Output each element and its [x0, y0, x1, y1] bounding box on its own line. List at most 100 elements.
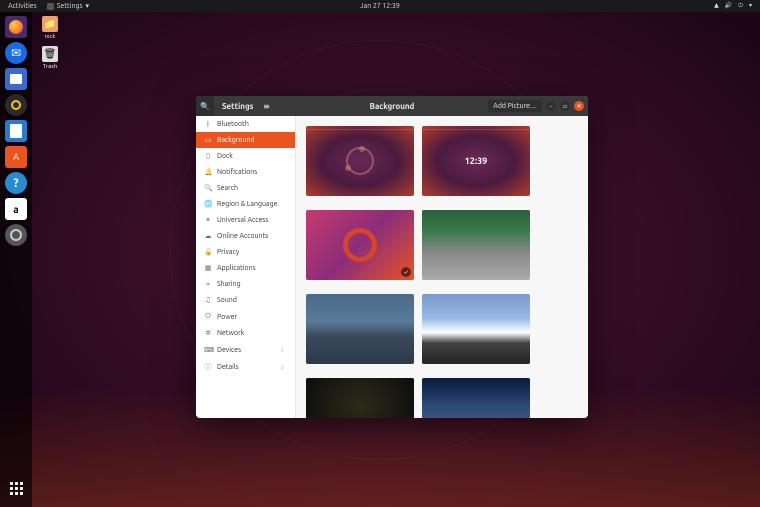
dock-icon-software[interactable]: A [5, 146, 27, 168]
sidebar-item-applications[interactable]: ▦ Applications [196, 260, 295, 276]
sidebar-item-icon: ⏻ [204, 312, 212, 321]
sidebar-item-icon: 🔒 [204, 248, 212, 256]
sidebar-item-label: Applications [217, 264, 256, 272]
sidebar-item-details[interactable]: ⓘ Details 〉 [196, 358, 295, 376]
wallpaper-thumb[interactable] [422, 294, 530, 364]
sidebar-item-background[interactable]: ▭ Background [196, 132, 295, 148]
sidebar-item-label: Search [217, 184, 238, 192]
sidebar-item-icon: 🌐 [204, 200, 212, 208]
dock-icon-firefox[interactable] [5, 16, 27, 38]
sidebar-item-icon: ▯ [204, 152, 212, 160]
sidebar-item-privacy[interactable]: 🔒 Privacy [196, 244, 295, 260]
chevron-right-icon: 〉 [281, 363, 287, 372]
sidebar-item-search[interactable]: 🔍 Search [196, 180, 295, 196]
lock-time: 12:39 [465, 156, 488, 166]
sidebar-item-icon: ▭ [204, 136, 212, 144]
check-icon: ✓ [401, 267, 411, 277]
sidebar-item-icon: ⓘ [204, 362, 212, 372]
background-content: 12:39 ✓ [296, 116, 588, 418]
network-icon: ▲ [714, 2, 719, 10]
gear-icon [47, 3, 54, 10]
sidebar-item-network[interactable]: ✲ Network [196, 325, 295, 341]
wallpaper-thumb[interactable]: ✓ [306, 210, 414, 280]
wallpaper-thumb[interactable] [306, 378, 414, 418]
sidebar-item-icon: ∝ [204, 280, 212, 288]
chevron-right-icon: 〉 [281, 345, 287, 354]
close-button[interactable]: ✕ [574, 101, 584, 111]
header-section-title: Background [370, 102, 415, 111]
sidebar-item-label: Universal Access [217, 216, 268, 224]
sidebar-item-label: Devices [217, 346, 241, 354]
desktop-icon-label: Trash [43, 63, 58, 70]
sidebar-item-icon: 🔍 [204, 184, 212, 192]
current-lockscreen-thumb[interactable]: 12:39 [422, 126, 530, 196]
sidebar-item-region-language[interactable]: 🌐 Region & Language [196, 196, 295, 212]
clock[interactable]: Jan 27 12:39 [360, 2, 400, 10]
sidebar-item-icon: 🔔 [204, 168, 212, 176]
maximize-button[interactable]: ▫ [560, 101, 570, 111]
dock-icon-help[interactable]: ? [5, 172, 27, 194]
sidebar-item-label: Bluetooth [217, 120, 249, 128]
dock-icon-show-apps[interactable] [5, 477, 27, 499]
sidebar-item-dock[interactable]: ▯Dock [196, 148, 295, 164]
settings-window: 🔍 Settings ≡ Background Add Picture… – ▫… [196, 96, 588, 418]
dock-icon-files[interactable] [5, 68, 27, 90]
desktop-icons: 📁 nick 🗑 Trash [38, 16, 62, 70]
sidebar-item-power[interactable]: ⏻ Power [196, 308, 295, 325]
hamburger-button[interactable]: ≡ [257, 96, 275, 116]
search-icon: 🔍 [200, 102, 210, 111]
sidebar-item-devices[interactable]: ⌨ Devices 〉 [196, 341, 295, 358]
window-header: 🔍 Settings ≡ Background Add Picture… – ▫… [196, 96, 588, 116]
add-picture-button[interactable]: Add Picture… [488, 100, 542, 112]
activities-button[interactable]: Activities [8, 2, 37, 10]
current-background-thumb[interactable] [306, 126, 414, 196]
dock-icon-amazon[interactable]: a [5, 198, 27, 220]
dock-icon-thunderbird[interactable]: ✉ [5, 42, 27, 64]
power-icon: ⏻ [738, 2, 743, 10]
chevron-down-icon: ▾ [749, 2, 752, 10]
sidebar-item-label: Details [217, 363, 239, 371]
wallpaper-thumb[interactable] [306, 294, 414, 364]
sidebar-item-label: Power [217, 313, 237, 321]
sidebar-item-label: Sharing [217, 280, 241, 288]
dock-icon-rhythmbox[interactable] [5, 94, 27, 116]
sidebar-item-bluetooth[interactable]: ᛒ Bluetooth [196, 116, 295, 132]
sidebar-item-label: Region & Language [217, 200, 278, 208]
sidebar-item-icon: ☁ [204, 232, 212, 240]
dock-icon-writer[interactable] [5, 120, 27, 142]
sidebar-item-label: Privacy [217, 248, 239, 256]
sidebar-item-sound[interactable]: ♫ Sound [196, 292, 295, 308]
sidebar-item-label: Sound [217, 296, 237, 304]
sidebar-item-universal-access[interactable]: ✴ Universal Access [196, 212, 295, 228]
wallpaper-thumb[interactable] [422, 378, 530, 418]
sidebar-item-icon: ✲ [204, 329, 212, 337]
app-menu-label: Settings [57, 2, 83, 10]
volume-icon: 🔊 [725, 2, 732, 10]
sidebar-item-notifications[interactable]: 🔔 Notifications [196, 164, 295, 180]
hamburger-icon: ≡ [263, 102, 270, 111]
sidebar-item-icon: ♫ [204, 296, 212, 304]
system-tray[interactable]: ▲ 🔊 ⏻ ▾ [714, 2, 752, 10]
sidebar-item-label: Network [217, 329, 244, 337]
sidebar-item-sharing[interactable]: ∝ Sharing [196, 276, 295, 292]
dock: ✉ A ? a [0, 12, 32, 507]
sidebar-item-icon: ⌨ [204, 346, 212, 354]
wallpaper-thumb[interactable] [422, 210, 530, 280]
minimize-button[interactable]: – [546, 101, 556, 111]
sidebar-item-online-accounts[interactable]: ☁Online Accounts [196, 228, 295, 244]
desktop-icon-home[interactable]: 📁 nick [38, 16, 62, 40]
sidebar-item-label: Background [217, 136, 255, 144]
desktop-icon-trash[interactable]: 🗑 Trash [38, 46, 62, 70]
desktop-icon-label: nick [45, 33, 56, 40]
sidebar-item-icon: ᛒ [204, 120, 212, 128]
sidebar-item-label: Notifications [217, 168, 257, 176]
app-menu[interactable]: Settings ▾ [47, 2, 89, 10]
sidebar-item-icon: ▦ [204, 264, 212, 272]
sidebar-item-icon: ✴ [204, 216, 212, 224]
trash-icon: 🗑 [42, 46, 58, 62]
folder-icon: 📁 [42, 16, 58, 32]
search-button[interactable]: 🔍 [196, 96, 214, 116]
dock-icon-settings[interactable] [5, 224, 27, 246]
window-title: Settings [222, 102, 253, 111]
top-bar: Activities Settings ▾ Jan 27 12:39 ▲ 🔊 ⏻… [0, 0, 760, 12]
